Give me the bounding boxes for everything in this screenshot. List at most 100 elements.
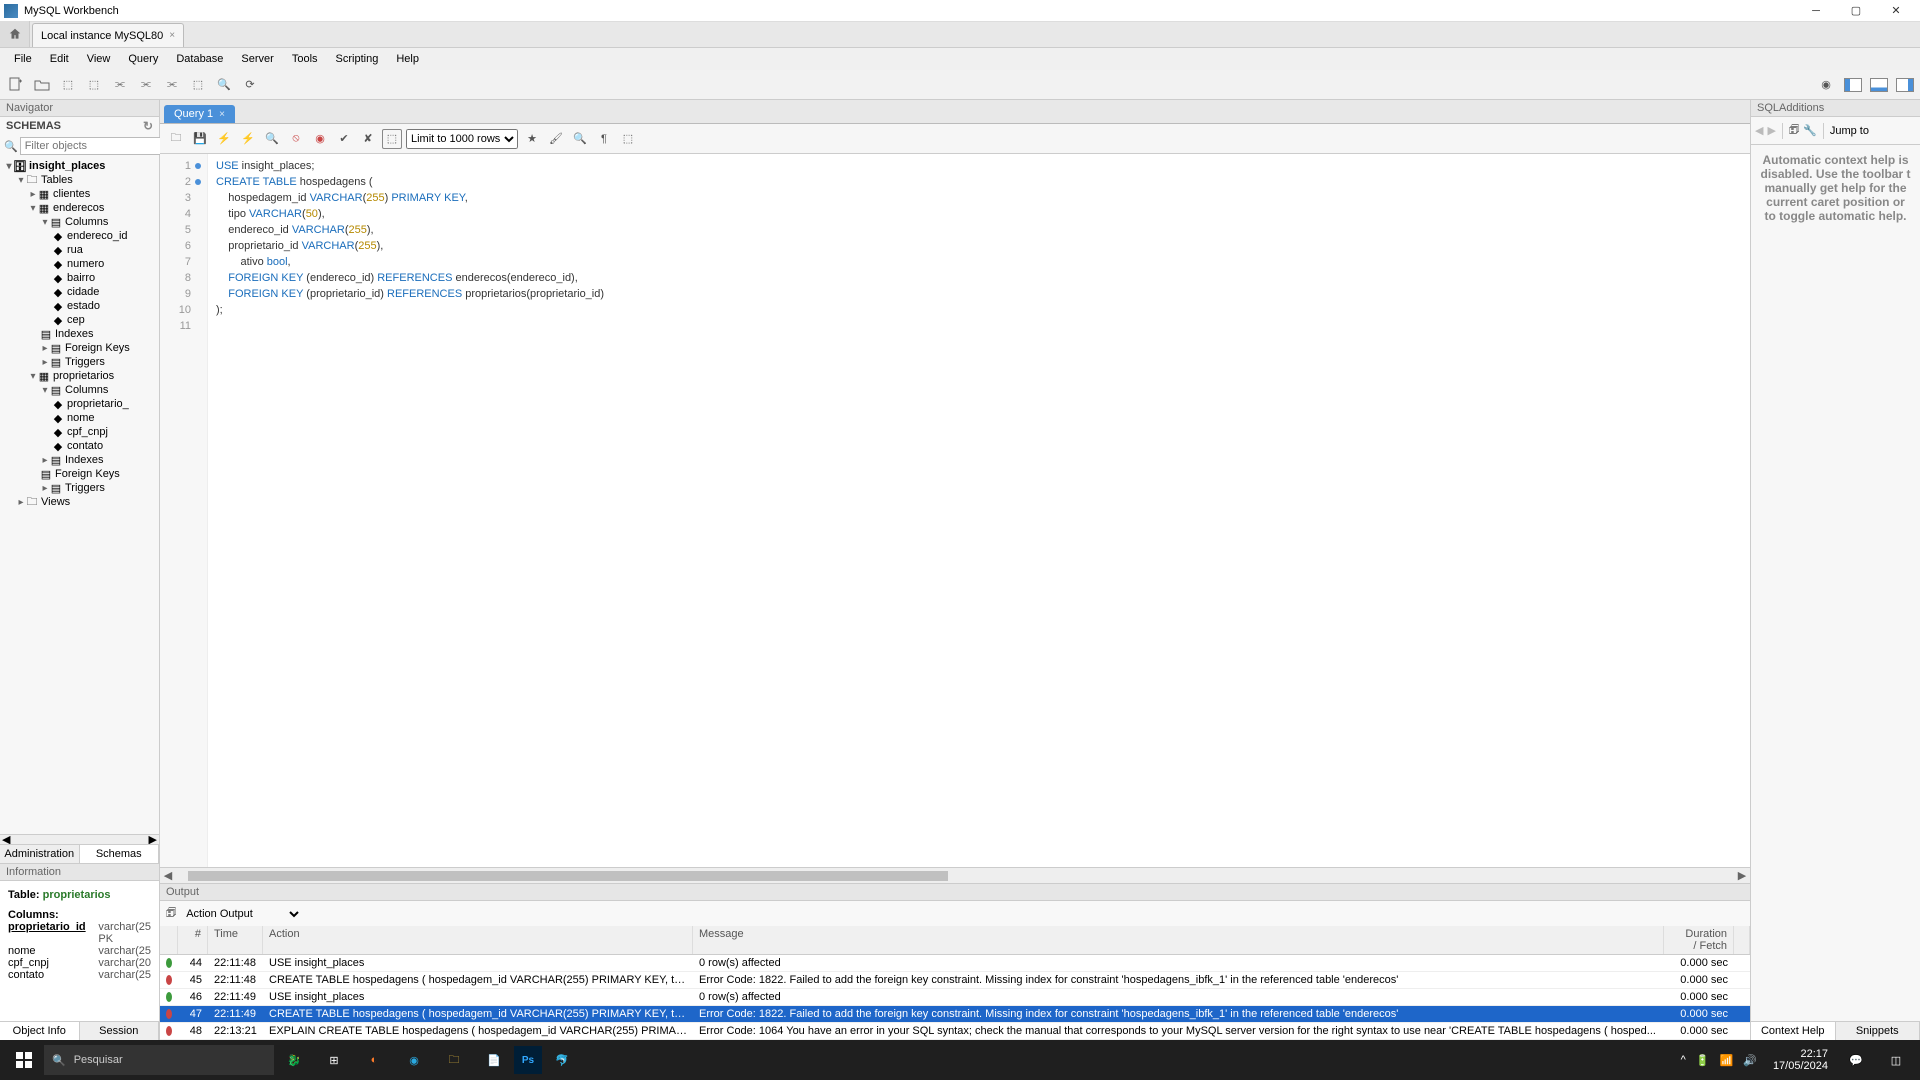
tree-col[interactable]: ◆cpf_cnpj xyxy=(0,425,159,439)
minimize-button[interactable]: ─ xyxy=(1796,0,1836,22)
tree-fkeys[interactable]: ▸▤Foreign Keys xyxy=(0,341,159,355)
tree-columns[interactable]: ▾▤Columns xyxy=(0,383,159,397)
editor-h-scroll[interactable]: ◀▶ xyxy=(160,867,1750,883)
model-overview-button[interactable]: ⬚ xyxy=(84,75,104,95)
model-button[interactable]: ⬚ xyxy=(58,75,78,95)
tree-indexes[interactable]: ▤Indexes xyxy=(0,327,159,341)
db-sync-button[interactable]: ⫘ xyxy=(136,75,156,95)
output-row[interactable]: 4822:13:21EXPLAIN CREATE TABLE hospedage… xyxy=(160,1023,1750,1040)
filter-input[interactable] xyxy=(20,137,172,155)
taskbar-dragon-icon[interactable]: 🐉 xyxy=(274,1040,314,1080)
tree-col[interactable]: ◆contato xyxy=(0,439,159,453)
home-tab[interactable] xyxy=(0,21,30,47)
task-view-button[interactable]: ⊞ xyxy=(314,1040,354,1080)
firefox-icon[interactable]: ◐ xyxy=(354,1040,394,1080)
tree-indexes[interactable]: ▸▤Indexes xyxy=(0,453,159,467)
tree-col[interactable]: ◆bairro xyxy=(0,271,159,285)
autocommit-button[interactable]: ⬚ xyxy=(382,129,402,149)
tree-col[interactable]: ◆rua xyxy=(0,243,159,257)
execute-step-button[interactable]: ⚡ xyxy=(238,129,258,149)
tab-administration[interactable]: Administration xyxy=(0,845,80,863)
panel-toggle-left[interactable] xyxy=(1844,78,1862,92)
info-table-name[interactable]: proprietarios xyxy=(43,889,111,901)
menu-query[interactable]: Query xyxy=(120,51,166,67)
schemas-refresh-icon[interactable]: ↻ xyxy=(143,119,153,133)
editor-code[interactable]: USE insight_places;CREATE TABLE hospedag… xyxy=(208,154,1750,867)
tree-db[interactable]: ▾🗄insight_places xyxy=(0,159,159,173)
wifi-icon[interactable]: 📶 xyxy=(1720,1054,1734,1067)
tree-triggers[interactable]: ▸▤Triggers xyxy=(0,355,159,369)
tab-snippets[interactable]: Snippets xyxy=(1836,1022,1920,1040)
menu-edit[interactable]: Edit xyxy=(42,51,77,67)
notifications-icon[interactable]: 💬 xyxy=(1836,1040,1876,1080)
tree-enderecos[interactable]: ▾▦enderecos xyxy=(0,201,159,215)
tab-session[interactable]: Session xyxy=(80,1022,160,1040)
panel-toggle-bottom[interactable] xyxy=(1870,78,1888,92)
tray-app-icon[interactable]: ◫ xyxy=(1876,1040,1916,1080)
stop-on-error-button[interactable]: ◉ xyxy=(310,129,330,149)
tree-h-scroll[interactable]: ◀▶ xyxy=(0,834,159,844)
taskbar-clock[interactable]: 22:17 17/05/2024 xyxy=(1765,1048,1836,1072)
wrap-button[interactable]: ¶ xyxy=(594,129,614,149)
tree-clientes[interactable]: ▸▦clientes xyxy=(0,187,159,201)
tray-chevron-icon[interactable]: ^ xyxy=(1681,1054,1686,1066)
tree-col[interactable]: ◆cidade xyxy=(0,285,159,299)
save-button[interactable]: 💾 xyxy=(190,129,210,149)
tree-proprietarios[interactable]: ▾▦proprietarios xyxy=(0,369,159,383)
tree-col[interactable]: ◆cep xyxy=(0,313,159,327)
output-row[interactable]: 4722:11:49CREATE TABLE hospedagens ( hos… xyxy=(160,1006,1750,1023)
refresh-button[interactable]: ⟳ xyxy=(240,75,260,95)
photoshop-icon[interactable]: Ps xyxy=(514,1046,542,1074)
tab-context-help[interactable]: Context Help xyxy=(1751,1022,1836,1040)
tree-triggers[interactable]: ▸▤Triggers xyxy=(0,481,159,495)
commit-button[interactable]: ✔ xyxy=(334,129,354,149)
system-tray[interactable]: ^ 🔋 📶 🔊 xyxy=(1673,1054,1765,1067)
execute-button[interactable]: ⚡ xyxy=(214,129,234,149)
close-icon[interactable]: × xyxy=(219,109,225,120)
db-status-button[interactable]: ⬚ xyxy=(188,75,208,95)
maximize-button[interactable]: ▢ xyxy=(1836,0,1876,22)
menu-file[interactable]: File xyxy=(6,51,40,67)
menu-server[interactable]: Server xyxy=(233,51,281,67)
tree-views[interactable]: ▸🗀Views xyxy=(0,495,159,509)
explorer-icon[interactable]: 🗀 xyxy=(434,1040,474,1080)
auto-help-icon[interactable]: 🔧 xyxy=(1803,124,1817,137)
search-button[interactable]: 🔍 xyxy=(570,129,590,149)
menu-database[interactable]: Database xyxy=(168,51,231,67)
tree-tables[interactable]: ▾🗀Tables xyxy=(0,173,159,187)
notepad-icon[interactable]: 📄 xyxy=(474,1040,514,1080)
tree-columns[interactable]: ▾▤Columns xyxy=(0,215,159,229)
tree-col[interactable]: ◆proprietario_ xyxy=(0,397,159,411)
workbench-icon[interactable]: 🐬 xyxy=(542,1040,582,1080)
nav-back-icon[interactable]: ◀ xyxy=(1755,124,1763,137)
close-button[interactable]: ✕ xyxy=(1876,0,1916,22)
nav-fwd-icon[interactable]: ▶ xyxy=(1767,124,1775,137)
taskbar-search[interactable]: 🔍 Pesquisar xyxy=(44,1045,274,1075)
open-sql-button[interactable] xyxy=(32,75,52,95)
db-dashboard-button[interactable]: 🔍 xyxy=(214,75,234,95)
reverse-eng-button[interactable]: ⫘ xyxy=(162,75,182,95)
stop-button[interactable]: ⦸ xyxy=(286,129,306,149)
tree-col[interactable]: ◆estado xyxy=(0,299,159,313)
start-button[interactable] xyxy=(4,1040,44,1080)
tab-object-info[interactable]: Object Info xyxy=(0,1022,80,1040)
new-sql-tab-button[interactable] xyxy=(6,75,26,95)
connection-tab[interactable]: Local instance MySQL80 × xyxy=(32,23,184,47)
brush-button[interactable]: 🖌 xyxy=(546,129,566,149)
tab-schemas[interactable]: Schemas xyxy=(80,845,160,863)
schema-tree[interactable]: ▾🗄insight_places ▾🗀Tables ▸▦clientes ▾▦e… xyxy=(0,157,159,834)
menu-scripting[interactable]: Scripting xyxy=(328,51,387,67)
rollback-button[interactable]: ✘ xyxy=(358,129,378,149)
volume-icon[interactable]: 🔊 xyxy=(1743,1054,1757,1067)
tree-col[interactable]: ◆nome xyxy=(0,411,159,425)
battery-icon[interactable]: 🔋 xyxy=(1696,1054,1710,1067)
panel-toggle-right[interactable] xyxy=(1896,78,1914,92)
limit-select[interactable]: Limit to 1000 rows xyxy=(406,129,518,149)
tree-fkeys[interactable]: ▤Foreign Keys xyxy=(0,467,159,481)
manual-help-icon[interactable]: 🗊 xyxy=(1789,121,1799,140)
settings-button[interactable]: ◉ xyxy=(1816,75,1836,95)
menu-help[interactable]: Help xyxy=(388,51,427,67)
sql-editor[interactable]: 1 2 3 4 5 6 7 8 9 10 11 USE insight_plac… xyxy=(160,154,1750,867)
tree-col[interactable]: ◆endereco_id xyxy=(0,229,159,243)
query-tab[interactable]: Query 1 × xyxy=(164,105,235,123)
